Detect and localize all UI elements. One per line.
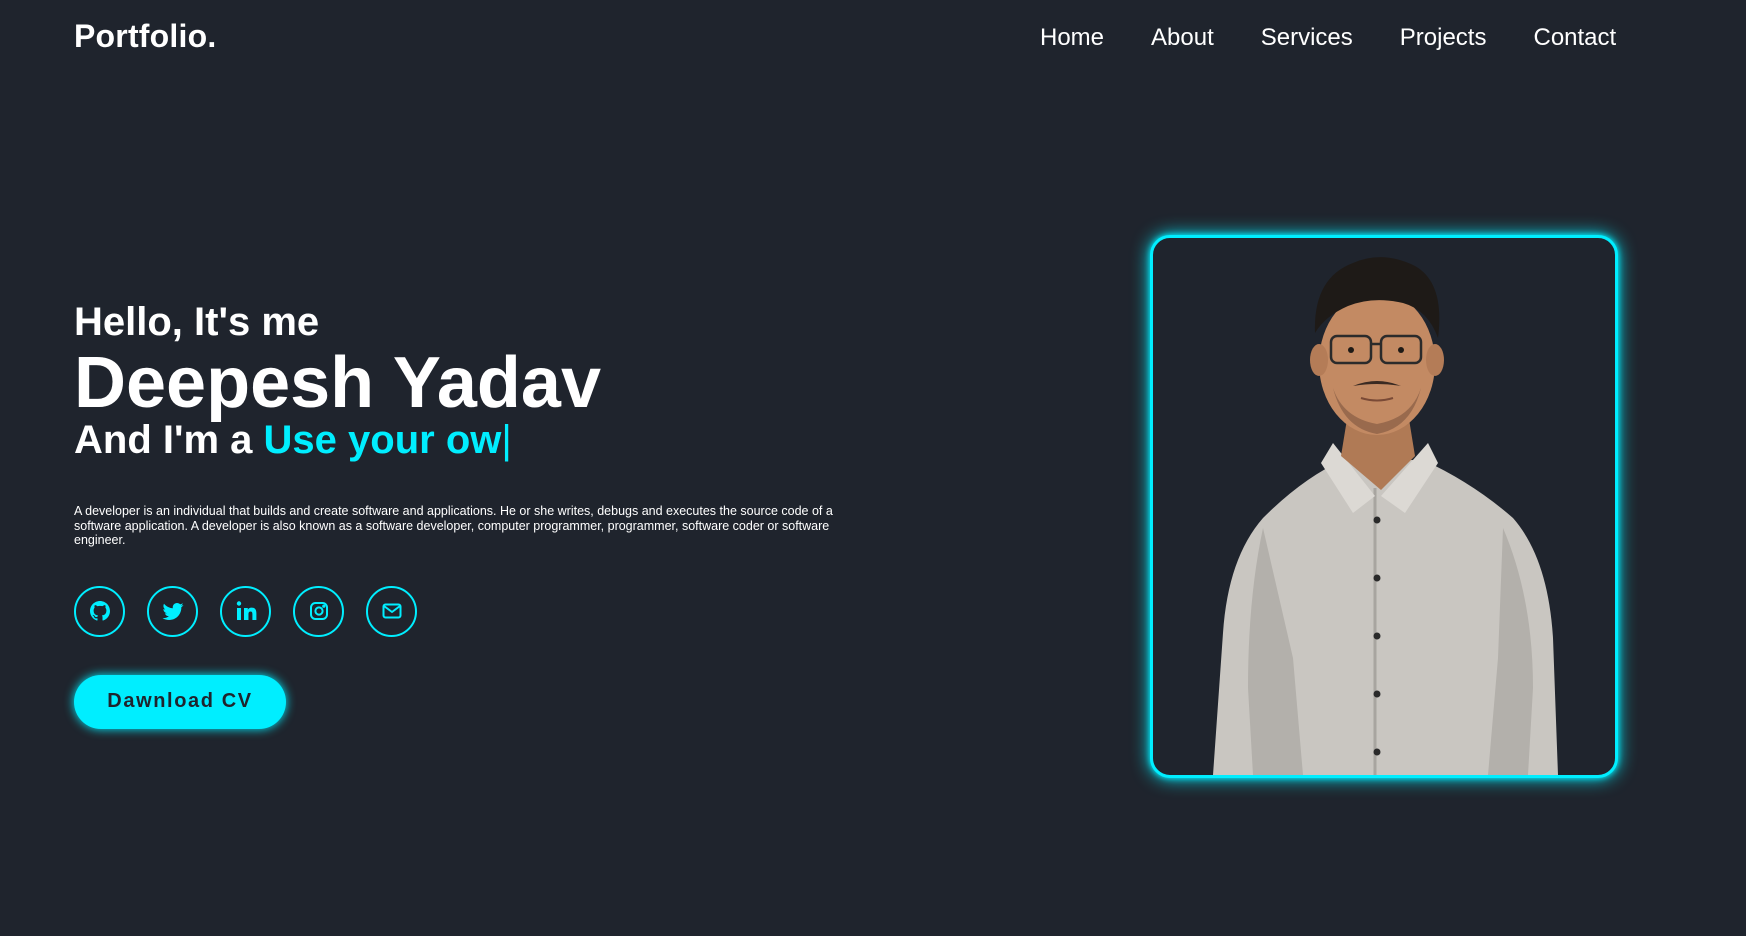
typing-cursor: | <box>501 418 512 462</box>
nav-projects-link[interactable]: Projects <box>1400 22 1487 54</box>
twitter-icon <box>162 603 183 620</box>
profile-photo <box>1213 257 1558 775</box>
logo[interactable]: Portfolio. <box>74 18 216 55</box>
hero-role-line: And I'm a Use your ow| <box>74 416 834 464</box>
main-nav: Home About Services Projects Contact <box>1040 22 1616 54</box>
hero-name: Deepesh Yadav <box>74 343 601 423</box>
nav-services-link[interactable]: Services <box>1261 22 1353 54</box>
nav-about-link[interactable]: About <box>1151 22 1214 54</box>
hero-description: A developer is an individual that builds… <box>74 504 833 547</box>
site-header: Portfolio. Home About Services Projects … <box>0 0 1746 76</box>
social-links <box>74 585 834 637</box>
github-icon <box>89 601 110 621</box>
mail-link[interactable] <box>366 585 417 637</box>
twitter-link[interactable] <box>147 585 198 637</box>
instagram-link[interactable] <box>293 585 344 637</box>
hero-greeting: Hello, It's me <box>74 300 320 344</box>
mail-icon <box>382 603 401 619</box>
hero-section: Hello, It's me Deepesh Yadav And I'm a U… <box>74 298 834 729</box>
linkedin-icon <box>236 601 256 620</box>
download-cv-button[interactable]: Dawnload CV <box>74 674 286 729</box>
github-link[interactable] <box>74 585 125 637</box>
profile-photo-frame <box>1150 235 1618 778</box>
linkedin-link[interactable] <box>220 585 271 637</box>
instagram-icon <box>309 602 328 620</box>
nav-contact-link[interactable]: Contact <box>1533 22 1616 54</box>
role-typed-text: Use your ow <box>263 418 502 462</box>
role-prefix: And I'm a <box>74 418 264 462</box>
nav-home-link[interactable]: Home <box>1040 22 1104 54</box>
